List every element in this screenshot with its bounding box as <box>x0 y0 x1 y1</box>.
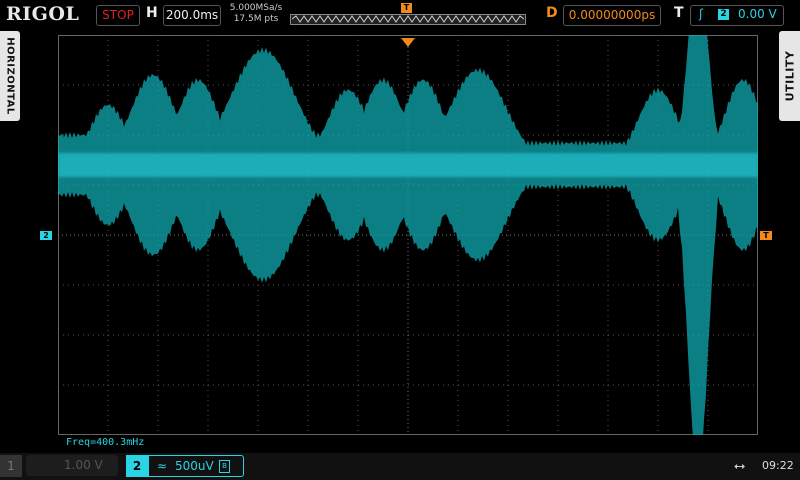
channel2-settings[interactable]: ≈ 500uV B <box>148 455 244 477</box>
memory-depth: 17.5M pts <box>233 14 279 24</box>
delay-label: D <box>546 5 558 21</box>
bw-limit-icon: B <box>219 460 230 473</box>
system-clock: 09:22 <box>762 459 794 472</box>
frequency-readout: Freq=400.3mHz <box>66 437 145 448</box>
trigger-level-readout: 0.00 V <box>738 7 777 21</box>
trigger-level-marker[interactable]: T <box>760 231 772 240</box>
trigger-time-arrow <box>401 38 415 47</box>
graticule-and-trace <box>58 35 758 435</box>
memory-waveform-preview <box>292 15 524 23</box>
trace-dense-band <box>58 153 758 177</box>
channel1-settings[interactable]: 1.00 V <box>26 455 118 476</box>
ch2-ground-marker[interactable]: 2 <box>40 231 52 240</box>
top-status-bar: RIGOL STOP H 200.0ms 5.000MSa/s 17.5M pt… <box>0 0 800 30</box>
channel1-button[interactable]: 1 <box>0 455 22 477</box>
brand-logo: RIGOL <box>6 3 80 25</box>
timebase-readout[interactable]: 200.0ms <box>163 5 221 26</box>
acquisition-info: 5.000MSa/s 17.5M pts <box>226 3 286 25</box>
trigger-source-badge: 2 <box>718 9 729 20</box>
horizontal-tab-label: HORIZONTAL <box>4 37 16 115</box>
bottom-channel-bar: 1 1.00 V 2 ≈ 500uV B ⭤ 09:22 <box>0 453 800 480</box>
run-stop-status[interactable]: STOP <box>96 5 140 26</box>
utility-menu-tab[interactable]: UTILITY <box>779 31 800 121</box>
horizontal-label: H <box>146 5 158 21</box>
waveform-display[interactable] <box>58 35 758 435</box>
ac-coupling-icon: ≈ <box>157 459 168 473</box>
rising-edge-icon: ʃ <box>699 7 704 21</box>
trigger-position-marker[interactable]: T <box>401 3 412 13</box>
usb-icon: ⭤ <box>734 458 746 474</box>
channel1-scale: 1.00 V <box>64 458 103 472</box>
channel2-scale: 500uV <box>175 459 214 473</box>
channel2-button[interactable]: 2 <box>126 455 148 477</box>
delay-readout[interactable]: 0.00000000ps <box>563 5 661 26</box>
sample-rate: 5.000MSa/s <box>229 3 283 13</box>
utility-tab-label: UTILITY <box>783 50 796 102</box>
horizontal-menu-tab[interactable]: HORIZONTAL <box>0 31 20 121</box>
trigger-label: T <box>674 5 684 21</box>
